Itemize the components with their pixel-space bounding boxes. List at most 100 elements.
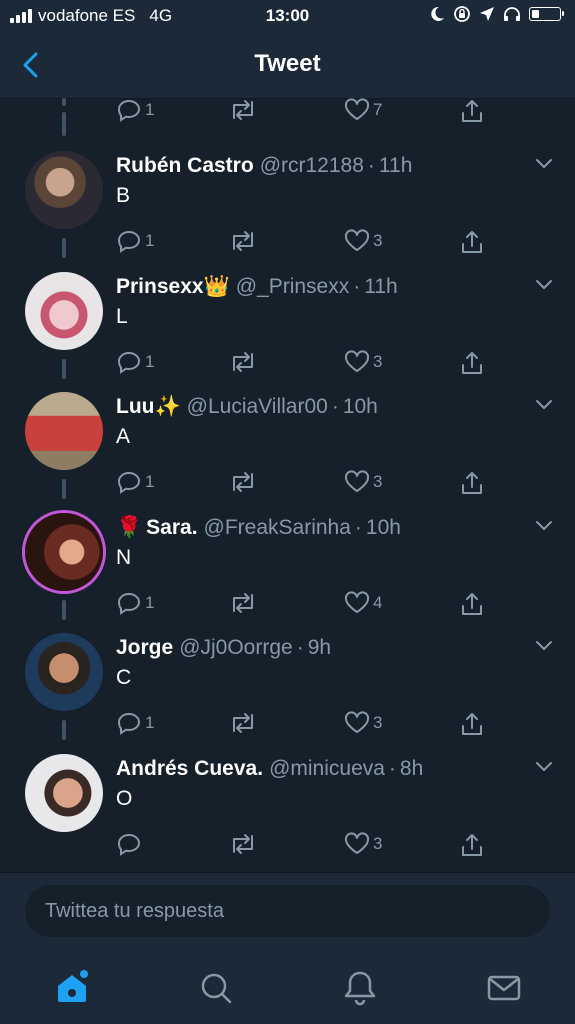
tweet-text: L <box>116 304 128 328</box>
reply-bar <box>0 872 575 951</box>
avatar[interactable] <box>25 633 103 711</box>
heart-icon <box>344 98 370 120</box>
avatar[interactable] <box>25 151 103 229</box>
search-icon[interactable] <box>196 968 236 1008</box>
share-button[interactable] <box>459 711 485 737</box>
like-count: 7 <box>373 100 383 119</box>
reply-button[interactable]: 1 <box>116 350 154 374</box>
chevron-down-icon[interactable] <box>535 761 553 773</box>
like-button[interactable]: 3 <box>344 229 382 253</box>
display-name[interactable]: Luu <box>116 395 154 418</box>
home-icon[interactable] <box>52 968 92 1008</box>
retweet-button[interactable] <box>228 98 258 122</box>
share-button[interactable] <box>459 591 485 617</box>
reply-icon <box>117 592 141 615</box>
reply-button[interactable]: 1 <box>116 711 154 735</box>
retweet-button[interactable] <box>228 470 258 494</box>
reply-count: 1 <box>145 713 155 732</box>
reply-thread[interactable]: 1 7 Rubén Castro @rcr12188 · 11h B 1 3 P… <box>0 98 575 860</box>
display-name[interactable]: Andrés Cueva. <box>116 757 263 780</box>
share-button[interactable] <box>459 350 485 376</box>
reply-count: 1 <box>145 592 155 612</box>
share-button[interactable] <box>459 229 485 255</box>
heart-icon <box>344 831 370 854</box>
display-name[interactable]: Sara. <box>146 516 197 539</box>
share-icon <box>462 100 482 122</box>
reply-button[interactable]: 1 <box>116 98 154 122</box>
reply-button[interactable]: 1 <box>116 591 154 615</box>
tweet-text: C <box>116 666 132 689</box>
chevron-down-icon[interactable] <box>535 640 553 652</box>
separator-dot: · <box>388 756 396 780</box>
moon-icon <box>431 6 444 21</box>
reply-button[interactable]: 1 <box>116 470 154 494</box>
retweet-button[interactable] <box>228 711 258 735</box>
retweet-icon <box>233 833 253 854</box>
retweet-button[interactable] <box>228 832 258 856</box>
chevron-down-icon[interactable] <box>535 399 553 411</box>
mail-icon[interactable] <box>484 968 524 1008</box>
share-icon <box>462 833 482 856</box>
reply-count: 1 <box>145 231 155 250</box>
separator-dot: · <box>296 636 304 659</box>
like-count: 3 <box>373 472 383 491</box>
chevron-down-icon[interactable] <box>535 520 553 532</box>
retweet-button[interactable] <box>228 350 258 374</box>
reply-icon <box>117 230 141 253</box>
avatar[interactable] <box>25 753 103 832</box>
tweet-time: 10h <box>342 395 378 418</box>
share-icon <box>462 592 482 615</box>
reply-input[interactable] <box>25 885 550 937</box>
bell-icon[interactable] <box>340 968 380 1008</box>
reply-icon <box>117 351 141 374</box>
chevron-down-icon[interactable] <box>535 158 553 170</box>
display-name[interactable]: Prinsexx <box>116 275 204 298</box>
user-handle[interactable]: @LuciaVillar00 <box>187 395 328 418</box>
share-button[interactable] <box>459 470 485 496</box>
user-handle[interactable]: @minicueva <box>269 757 385 780</box>
tweet-time: 8h <box>399 756 424 780</box>
user-handle[interactable]: @FreakSarinha <box>204 516 351 539</box>
display-name[interactable]: Jorge <box>116 636 173 659</box>
avatar[interactable] <box>25 512 103 591</box>
user-handle[interactable]: @_Prinsexx <box>236 275 350 298</box>
heart-icon <box>344 470 370 492</box>
tweet-text: B <box>116 184 131 207</box>
like-button[interactable]: 3 <box>344 349 382 374</box>
battery-icon <box>529 7 564 21</box>
like-button[interactable]: 3 <box>344 470 382 494</box>
retweet-button[interactable] <box>228 229 258 253</box>
tweet-item[interactable]: Rubén Castro @rcr12188 · 11h B 1 3 <box>0 136 575 258</box>
tweet-item[interactable]: 🌹 Sara. @FreakSarinha · 10h N 1 4 <box>0 498 575 620</box>
tweet-text: O <box>116 786 133 810</box>
retweet-icon <box>233 472 253 492</box>
retweet-button[interactable] <box>228 591 258 615</box>
like-button[interactable]: 4 <box>344 590 382 615</box>
user-handle[interactable]: @Jj0Oorrge <box>179 636 293 659</box>
display-name[interactable]: Rubén Castro <box>116 154 254 177</box>
reply-button[interactable] <box>116 832 145 856</box>
tweet-item[interactable]: Andrés Cueva. @minicueva · 8h O 3 <box>0 739 575 859</box>
heart-icon <box>344 229 370 251</box>
like-count: 3 <box>373 833 383 853</box>
share-button[interactable] <box>459 98 485 124</box>
user-handle[interactable]: @rcr12188 <box>260 154 364 177</box>
avatar[interactable] <box>25 392 103 470</box>
emoji-prefix: 🌹 <box>116 515 143 539</box>
tweet-time: 9h <box>307 636 332 659</box>
tweet-item[interactable]: Jorge @Jj0Oorrge · 9h C 1 3 <box>0 618 575 740</box>
share-button[interactable] <box>459 832 485 858</box>
like-button[interactable]: 3 <box>344 831 383 856</box>
tweet-item[interactable]: Prinsexx👑 @_Prinsexx · 11h L 1 3 <box>0 257 575 379</box>
avatar[interactable] <box>25 271 103 350</box>
tweet-text: A <box>116 425 131 448</box>
tweet-item[interactable]: Luu✨ @LuciaVillar00 · 10h A 1 3 <box>0 377 575 499</box>
tweet-time: 10h <box>365 515 401 539</box>
thread-connector <box>62 238 66 258</box>
thread-connector <box>62 479 66 499</box>
like-button[interactable]: 7 <box>344 98 382 122</box>
chevron-down-icon[interactable] <box>535 279 553 291</box>
reply-button[interactable]: 1 <box>116 229 154 253</box>
tweet-actions: 1 4 <box>116 590 486 619</box>
like-button[interactable]: 3 <box>344 711 382 735</box>
